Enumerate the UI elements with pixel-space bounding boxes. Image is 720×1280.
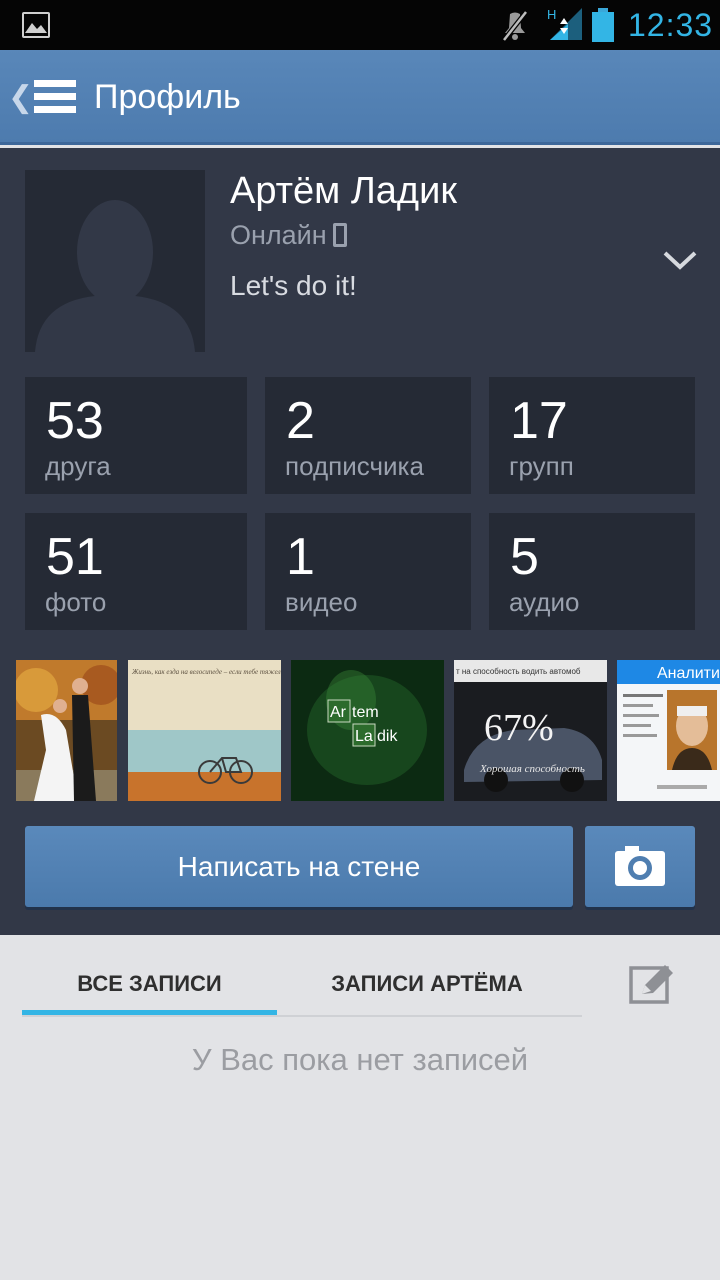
svg-text:67%: 67% xyxy=(484,707,554,749)
stat-videos[interactable]: 1 видео xyxy=(265,513,471,630)
battery-icon xyxy=(592,8,614,42)
stat-audio[interactable]: 5 аудио xyxy=(489,513,695,630)
write-on-wall-label: Написать на стене xyxy=(177,851,421,882)
photo-thumbnail[interactable]: Ar tem La dik xyxy=(291,660,444,801)
photo-caption: Жизнь, как езда на велосипеде – если теб… xyxy=(131,668,281,676)
clock: 12:33 xyxy=(628,7,714,43)
stat-label: групп xyxy=(509,451,574,481)
svg-text:Хорошая способность: Хорошая способность xyxy=(479,763,585,775)
online-label: Онлайн xyxy=(230,220,327,250)
chevron-down-icon[interactable] xyxy=(662,248,698,272)
svg-text:H: H xyxy=(547,7,556,22)
mobile-icon xyxy=(332,223,347,247)
camera-button[interactable] xyxy=(585,826,695,907)
signal-icon: H xyxy=(547,7,582,40)
stat-count: 5 xyxy=(510,528,539,586)
stat-groups[interactable]: 17 групп xyxy=(489,377,695,494)
back-icon[interactable]: ❮ xyxy=(8,80,33,115)
stat-count: 1 xyxy=(286,528,315,586)
menu-icon[interactable] xyxy=(34,80,76,114)
image-notification-icon xyxy=(22,12,50,38)
stat-label: фото xyxy=(45,587,107,617)
tab-all-posts[interactable]: ВСЕ ЗАПИСИ xyxy=(22,955,277,1015)
svg-text:tem: tem xyxy=(352,704,379,721)
stat-photos[interactable]: 51 фото xyxy=(25,513,247,630)
stat-count: 17 xyxy=(510,392,568,450)
photo-thumbnail[interactable]: Жизнь, как езда на велосипеде – если теб… xyxy=(128,660,281,801)
profile-section: Артём Ладик Онлайн Let's do it! 53 друга… xyxy=(0,148,720,935)
mute-icon xyxy=(502,10,528,42)
tab-user-posts[interactable]: ЗАПИСИ АРТЁМА xyxy=(277,955,577,1015)
wall-tabs: ВСЕ ЗАПИСИ ЗАПИСИ АРТЁМА xyxy=(22,955,582,1017)
action-bar: ❮ Профиль xyxy=(0,50,720,145)
stat-label: подписчика xyxy=(285,451,424,481)
photo-thumbnail[interactable] xyxy=(16,660,117,801)
photo-strip: Жизнь, как езда на велосипеде – если теб… xyxy=(0,660,720,801)
page-title: Профиль xyxy=(94,78,241,116)
photo-thumbnail[interactable]: т на способность водить автомоб 67% Хоро… xyxy=(454,660,607,801)
online-status: Онлайн xyxy=(230,220,347,251)
empty-wall-message: У Вас пока нет записей xyxy=(191,1042,529,1077)
avatar[interactable] xyxy=(25,170,205,352)
profile-name: Артём Ладик xyxy=(230,170,457,212)
photo-thumbnail[interactable]: Аналити xyxy=(617,660,720,801)
write-on-wall-button[interactable]: Написать на стене xyxy=(25,826,573,907)
stat-label: аудио xyxy=(509,587,580,617)
svg-text:Ar: Ar xyxy=(330,704,347,721)
edit-icon[interactable] xyxy=(628,962,676,1006)
stat-label: друга xyxy=(45,451,111,481)
svg-text:Аналити: Аналити xyxy=(657,665,720,682)
svg-text:dik: dik xyxy=(377,728,398,745)
camera-icon xyxy=(615,846,665,886)
profile-status: Let's do it! xyxy=(230,270,357,301)
svg-text:Жизнь, как езда на велосипеде: Жизнь, как езда на велосипеде – если теб… xyxy=(131,668,281,676)
svg-text:т на способность водить автомо: т на способность водить автомоб xyxy=(456,667,581,676)
stat-label: видео xyxy=(285,587,358,617)
status-bar: H 12:33 xyxy=(0,0,720,50)
stat-count: 53 xyxy=(46,392,104,450)
stat-followers[interactable]: 2 подписчика xyxy=(265,377,471,494)
stat-count: 2 xyxy=(286,392,315,450)
svg-text:La: La xyxy=(355,728,373,745)
stat-friends[interactable]: 53 друга xyxy=(25,377,247,494)
stat-count: 51 xyxy=(46,528,104,586)
